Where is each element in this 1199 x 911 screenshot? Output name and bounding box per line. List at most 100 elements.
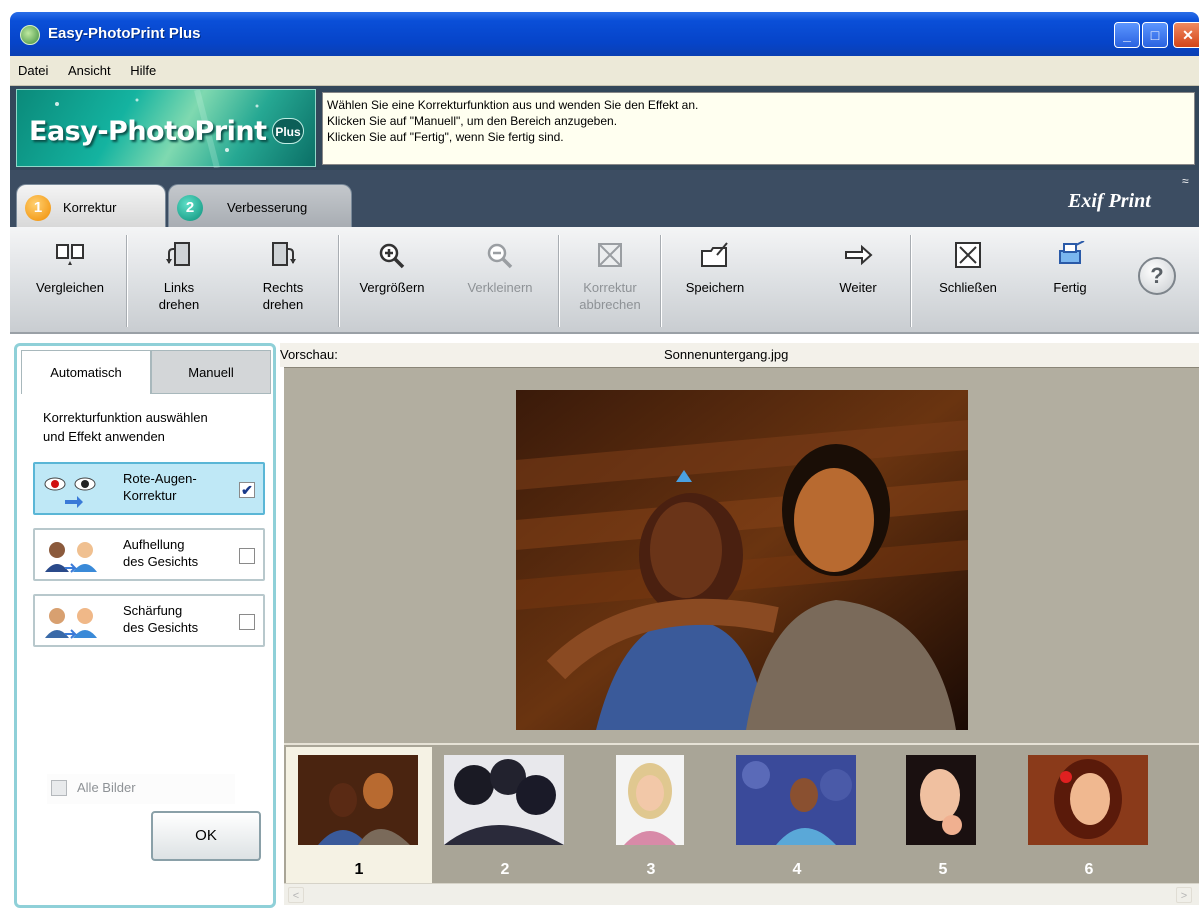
- zoom-in-button[interactable]: Vergrößern: [344, 241, 440, 327]
- thumbnail-item[interactable]: 4: [724, 747, 870, 883]
- compare-label: Vergleichen: [36, 280, 104, 295]
- ok-button[interactable]: OK: [151, 811, 261, 861]
- app-icon: [20, 25, 40, 45]
- maximize-button[interactable]: □: [1142, 22, 1168, 48]
- rotate-left-label: Links: [163, 280, 195, 295]
- item-label-line: Rote-Augen-: [123, 471, 197, 486]
- item-label-line: des Gesichts: [123, 554, 199, 569]
- horizontal-scrollbar[interactable]: < >: [284, 883, 1199, 905]
- rotate-left-label: drehen: [158, 297, 200, 312]
- zoom-out-label: Verkleinern: [467, 280, 533, 295]
- instruction-line: Korrekturfunktion auswählen: [43, 410, 208, 425]
- red-eye-icon: [41, 472, 105, 512]
- toolbar-separator: [338, 235, 339, 327]
- done-button[interactable]: Fertig: [1028, 240, 1112, 327]
- face-sharpening-checkbox[interactable]: [239, 614, 255, 630]
- scroll-left-icon[interactable]: <: [288, 887, 304, 903]
- save-label: Speichern: [685, 280, 745, 295]
- save-button[interactable]: Speichern: [670, 241, 760, 327]
- cancel-correction-button[interactable]: Korrektur abbrechen: [562, 241, 658, 327]
- rotate-right-label: Rechts: [262, 280, 304, 295]
- thumbnail-image: [1028, 755, 1148, 845]
- item-label-line: Schärfung: [123, 603, 183, 618]
- thumbnail-image: [906, 755, 976, 845]
- step-number-badge: 2: [177, 195, 203, 221]
- all-images-label: Alle Bilder: [77, 780, 136, 795]
- close-window-button[interactable]: ✕: [1173, 22, 1199, 48]
- title-bar: Easy-PhotoPrint Plus _ □ ✕: [10, 12, 1199, 56]
- correction-panel: Automatisch Manuell Korrekturfunktion au…: [14, 343, 276, 908]
- close-button[interactable]: Schließen: [918, 241, 1018, 327]
- thumbnail-number: 3: [646, 861, 656, 878]
- red-eye-checkbox[interactable]: ✔: [239, 482, 255, 498]
- preview-area: [284, 367, 1199, 743]
- preview-label: Vorschau:: [280, 347, 338, 362]
- thumbnail-item[interactable]: 6: [1016, 747, 1162, 883]
- cancel-correction-label: abbrechen: [579, 297, 641, 312]
- tab-automatisch[interactable]: Automatisch: [21, 350, 151, 394]
- step-tab-bar: 1 Korrektur 2 Verbesserung Exif Print ≈: [10, 170, 1199, 227]
- zoom-out-button[interactable]: Verkleinern: [450, 241, 550, 327]
- thumbnail-image: [736, 755, 856, 845]
- item-label-line: Aufhellung: [123, 537, 185, 552]
- header-banner: Easy-PhotoPrint Plus Wählen Sie eine Kor…: [10, 86, 1199, 170]
- menu-bar: Datei Ansicht Hilfe: [10, 56, 1199, 86]
- minimize-button[interactable]: _: [1114, 22, 1140, 48]
- logo-plus-badge: Plus: [272, 118, 304, 144]
- thumbnail-number: 5: [938, 861, 948, 878]
- thumbnail-image: [298, 755, 418, 845]
- menu-ansicht[interactable]: Ansicht: [60, 56, 119, 78]
- item-label-line: des Gesichts: [123, 620, 199, 635]
- scroll-right-icon[interactable]: >: [1176, 887, 1192, 903]
- thumbnail-item[interactable]: 5: [870, 747, 1016, 883]
- exif-print-logo: Exif Print: [1068, 190, 1151, 212]
- face-sharpening-item[interactable]: Schärfung des Gesichts: [33, 594, 265, 647]
- next-label: Weiter: [839, 280, 877, 295]
- compare-icon: [54, 241, 86, 271]
- toolbar: Vergleichen Links drehen Rechts drehen V…: [10, 227, 1199, 334]
- all-images-checkbox[interactable]: [51, 780, 67, 796]
- panel-instruction: Korrekturfunktion auswählen und Effekt a…: [43, 408, 263, 446]
- tab-korrektur[interactable]: 1 Korrektur: [16, 184, 166, 227]
- thumbnail-strip: 1 2 3 4 5 6: [284, 743, 1199, 883]
- instruction-line: und Effekt anwenden: [43, 429, 165, 444]
- face-brightening-checkbox[interactable]: [239, 548, 255, 564]
- tab-label: Korrektur: [63, 200, 117, 215]
- rotate-left-button[interactable]: Links drehen: [134, 241, 224, 327]
- thumbnail-number: 2: [500, 861, 510, 878]
- next-button[interactable]: Weiter: [810, 241, 906, 327]
- logo-text: Easy-PhotoPrint: [29, 116, 267, 147]
- thumbnail-item[interactable]: 1: [286, 747, 432, 883]
- menu-datei[interactable]: Datei: [10, 56, 56, 78]
- face-sharpening-label: Schärfung des Gesichts: [123, 602, 198, 636]
- rotate-right-button[interactable]: Rechts drehen: [238, 241, 328, 327]
- toolbar-separator: [910, 235, 911, 327]
- thumbnail-image: [444, 755, 564, 845]
- red-eye-correction-item[interactable]: Rote-Augen- Korrektur ✔: [33, 462, 265, 515]
- tab-verbesserung[interactable]: 2 Verbesserung: [168, 184, 352, 227]
- toolbar-separator: [660, 235, 661, 327]
- instruction-line: Klicken Sie auf "Fertig", wenn Sie ferti…: [327, 130, 564, 144]
- step-number-badge: 1: [25, 195, 51, 221]
- tab-label: Verbesserung: [227, 200, 308, 215]
- face-brightening-item[interactable]: Aufhellung des Gesichts: [33, 528, 265, 581]
- help-button[interactable]: ?: [1138, 257, 1176, 295]
- thumbnail-number: 1: [354, 861, 364, 878]
- preview-photo[interactable]: [516, 390, 968, 730]
- app-logo: Easy-PhotoPrint Plus: [16, 89, 316, 168]
- thumbnail-number: 4: [792, 861, 802, 878]
- compare-button[interactable]: Vergleichen: [22, 241, 118, 327]
- thumbnail-item[interactable]: 2: [432, 747, 578, 883]
- all-images-option[interactable]: Alle Bilder: [47, 774, 235, 804]
- instruction-line: Klicken Sie auf "Manuell", um den Bereic…: [327, 114, 618, 128]
- preview-header: Vorschau: Sonnenuntergang.jpg: [280, 343, 1199, 367]
- thumbnail-item[interactable]: 3: [578, 747, 724, 883]
- menu-hilfe[interactable]: Hilfe: [122, 56, 164, 78]
- item-label-line: Korrektur: [123, 488, 177, 503]
- thumbnail-number: 6: [1084, 861, 1094, 878]
- zoom-in-icon: [376, 241, 408, 271]
- collapse-icon[interactable]: ≈: [1182, 174, 1189, 188]
- tab-manuell[interactable]: Manuell: [151, 350, 271, 394]
- close-label: Schließen: [939, 280, 997, 295]
- instruction-line: Wählen Sie eine Korrekturfunktion aus un…: [327, 98, 699, 112]
